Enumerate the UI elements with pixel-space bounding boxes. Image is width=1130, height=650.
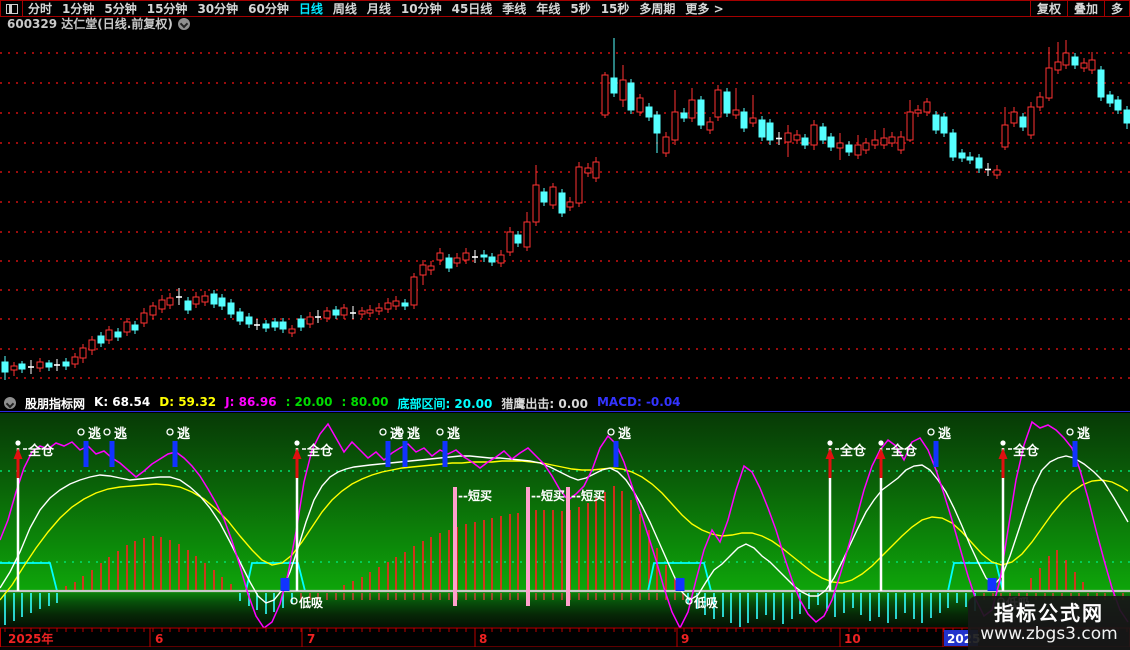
svg-text:逃: 逃 [938, 426, 952, 442]
svg-text:--短买: --短买 [458, 488, 492, 503]
watermark-title: 指标公式网 [994, 602, 1104, 625]
candles-layer [2, 38, 1130, 380]
period-tab-月线[interactable]: 月线 [362, 0, 396, 17]
period-tab-日线[interactable]: 日线 [294, 0, 328, 17]
toolbar-right-buttons: 复权叠加多 [1030, 1, 1129, 16]
period-tab-更多 >[interactable]: 更多 > [680, 0, 728, 17]
indicator-field: K: 68.54 [94, 395, 150, 412]
svg-text:逃: 逃 [177, 426, 191, 442]
indicator-name: 股朋指标网 [25, 395, 85, 412]
stock-title-row[interactable]: 600329 达仁堂(日线.前复权) [0, 18, 1130, 29]
svg-text:--短买: --短买 [571, 488, 605, 503]
period-tab-45日线[interactable]: 45日线 [447, 0, 498, 17]
indicator-field: MACD: -0.04 [597, 395, 681, 412]
trading-app-window: { "toolbar": { "items": ["分时","1分钟","5分钟… [0, 0, 1130, 650]
indicator-panel: 全仓全仓全仓全仓全仓逃逃逃逃逃逃逃逃逃--短买--短买--短买低吸低吸低吸202… [0, 413, 1130, 650]
svg-text:全仓: 全仓 [890, 443, 918, 459]
svg-text:逃: 逃 [447, 426, 461, 442]
svg-text:全仓: 全仓 [306, 443, 334, 459]
indicator-header: 股朋指标网 K: 68.54 D: 59.32 J: 86.96 : 20.00 : 8… [0, 395, 1130, 412]
window-layout-icon [6, 4, 18, 14]
period-tab-周线[interactable]: 周线 [328, 0, 362, 17]
svg-text:--短买: --短买 [531, 488, 565, 503]
watermark: 指标公式网 www.zbgs3.com [968, 596, 1130, 650]
indicator-field: 底部区间: 20.00 [397, 395, 492, 412]
svg-text:全仓: 全仓 [27, 443, 55, 459]
svg-text:逃: 逃 [114, 426, 128, 442]
toolbar-button-复权[interactable]: 复权 [1030, 1, 1067, 16]
toolbar-button-叠加[interactable]: 叠加 [1067, 1, 1104, 16]
toolbar-button-多[interactable]: 多 [1104, 1, 1129, 16]
axis-label: 7 [307, 632, 315, 646]
chevron-down-icon[interactable] [178, 18, 190, 30]
svg-text:逃: 逃 [407, 426, 421, 442]
svg-text:逃: 逃 [88, 426, 102, 442]
svg-text:逃: 逃 [618, 426, 632, 442]
collapse-chevron-icon[interactable] [4, 397, 16, 409]
period-tab-30分钟[interactable]: 30分钟 [192, 0, 243, 17]
gridlines [0, 53, 1130, 378]
indicator-field: D: 59.32 [159, 395, 216, 412]
window-layout-button[interactable] [1, 1, 23, 16]
svg-text:低吸: 低吸 [693, 595, 719, 610]
svg-text:低吸: 低吸 [298, 595, 324, 610]
watermark-url: www.zbgs3.com [980, 625, 1117, 644]
axis-label: 9 [681, 632, 689, 646]
period-tab-15秒[interactable]: 15秒 [596, 0, 635, 17]
date-axis: 2025年6789102025 [1, 628, 1130, 647]
axis-label: 6 [155, 632, 163, 646]
period-tab-多周期[interactable]: 多周期 [634, 0, 680, 17]
indicator-fields: K: 68.54 D: 59.32 J: 86.96 : 20.00 : 80.00 底部… [94, 395, 681, 412]
svg-text:全仓: 全仓 [839, 443, 867, 459]
svg-text:全仓: 全仓 [1012, 443, 1040, 459]
period-tab-5秒[interactable]: 5秒 [565, 0, 595, 17]
indicator-field: : 80.00 [342, 395, 389, 412]
indicator-field: 猎鹰出击: 0.00 [501, 395, 588, 412]
axis-label: 2025年 [8, 631, 53, 646]
axis-label: 10 [844, 632, 861, 646]
period-tab-list: 分时1分钟5分钟15分钟30分钟60分钟日线周线月线10分钟45日线季线年线5秒… [23, 0, 1030, 17]
axis-label: 8 [479, 632, 487, 646]
svg-text:逃: 逃 [1077, 426, 1091, 442]
period-tab-季线[interactable]: 季线 [497, 0, 531, 17]
candlestick-chart [0, 29, 1130, 393]
period-tab-10分钟[interactable]: 10分钟 [396, 0, 447, 17]
indicator-field: J: 86.96 [225, 395, 276, 412]
indicator-field: : 20.00 [286, 395, 333, 412]
period-tab-60分钟[interactable]: 60分钟 [243, 0, 294, 17]
period-tab-年线[interactable]: 年线 [531, 0, 565, 17]
